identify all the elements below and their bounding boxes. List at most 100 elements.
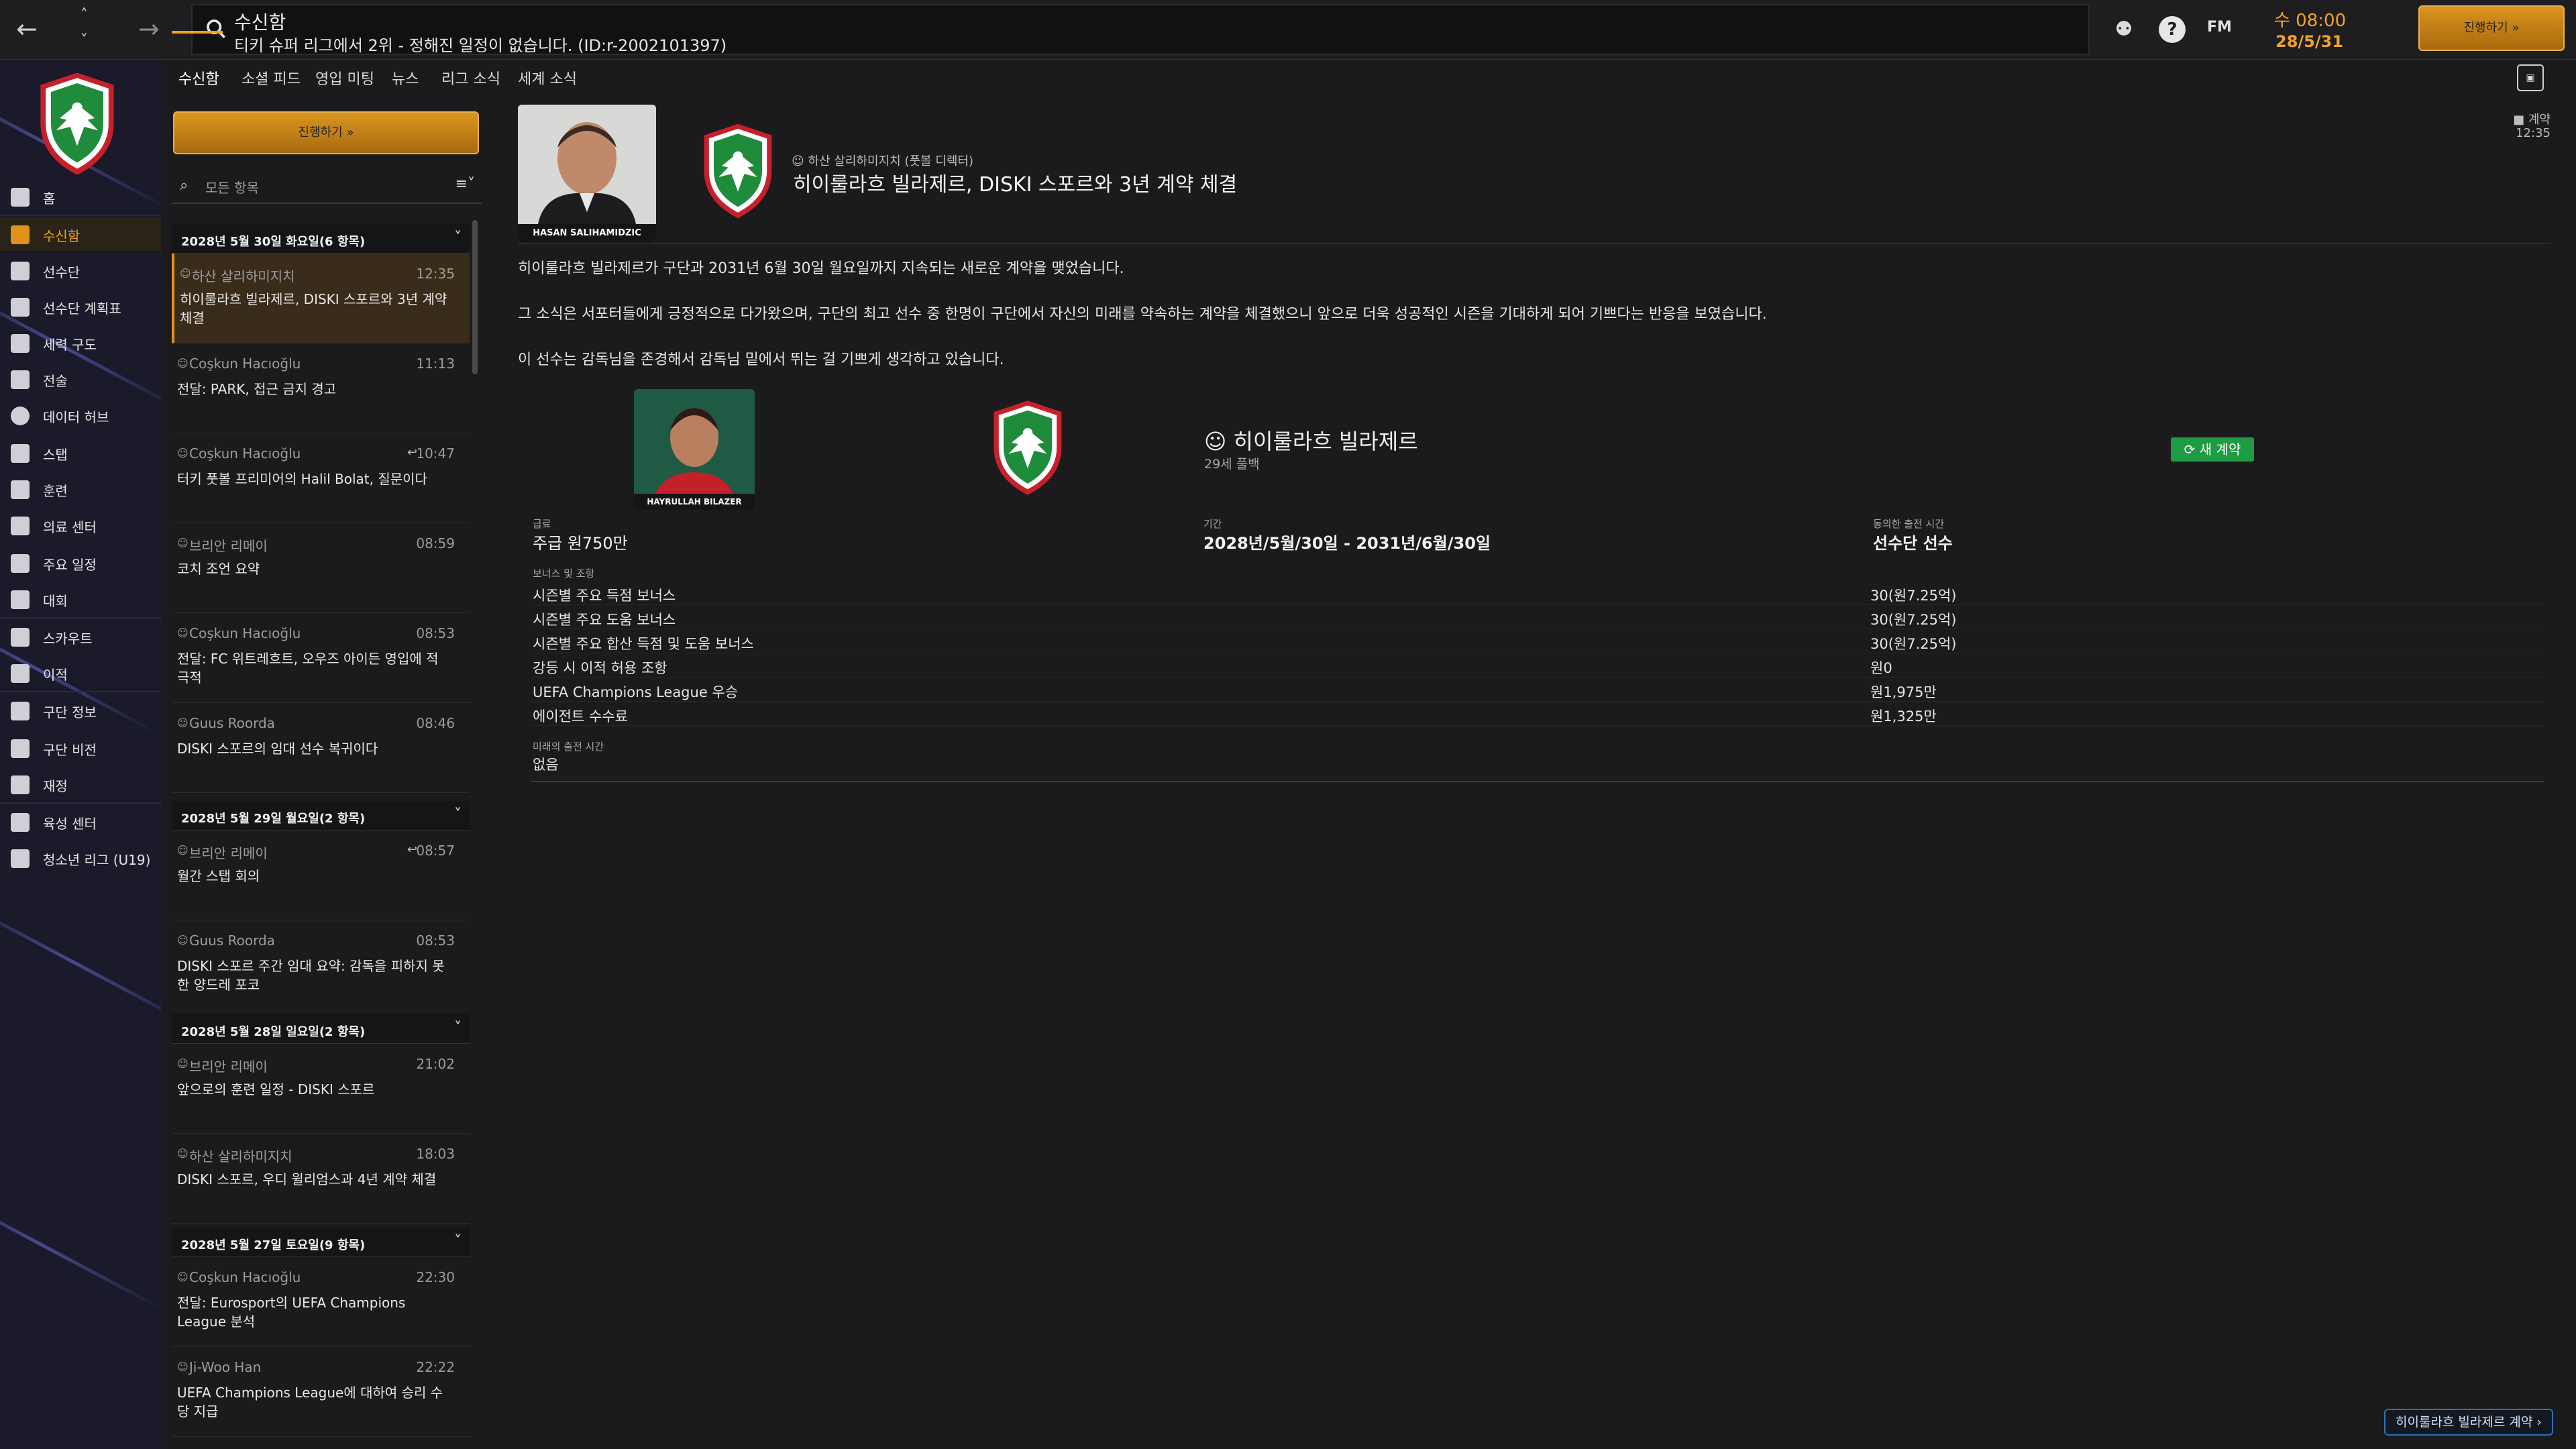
bonus-name: 강등 시 이적 허용 조항: [533, 660, 667, 676]
list-item[interactable]: ☺ 하산 살리하미지치 12:35 히이룰라흐 빌라제르, DISKI 스포르와…: [172, 254, 470, 343]
list-item[interactable]: ☺ Coşkun Hacıoğlu 11:13 전달: PARK, 접근 금지 …: [172, 343, 470, 433]
list-scrollbar[interactable]: [472, 220, 478, 374]
nav-item-training[interactable]: 훈련: [0, 472, 161, 506]
date-group-header[interactable]: 2028년 5월 27일 토요일(9 항목) ˅: [172, 1228, 470, 1257]
divider: [0, 215, 161, 216]
history-up-chevron-icon[interactable]: ˄: [80, 8, 88, 23]
nav-item-label: 스탭: [43, 447, 68, 463]
nav-item-schedule[interactable]: 주요 일정: [0, 546, 161, 580]
nav-item-label: 훈련: [43, 483, 68, 499]
player-photo[interactable]: [634, 389, 755, 510]
person-icon: ☺: [177, 1271, 189, 1283]
divider: [531, 781, 2544, 782]
nav-item-staff[interactable]: 스탭: [0, 436, 161, 470]
list-item[interactable]: ☺ 하산 살리하미지치 18:03 DISKI 스포르, 우디 윌리엄스과 4년…: [172, 1134, 470, 1224]
nav-item-inbox[interactable]: 수신함: [0, 217, 161, 251]
nav-item-label: 재정: [43, 778, 68, 794]
nav-item-transfers[interactable]: 이적: [0, 656, 161, 690]
bonus-value: 원1,975만: [1870, 684, 1937, 700]
nav-item-finances[interactable]: 재정: [0, 767, 161, 801]
message-sender[interactable]: ☺ 하산 살리하미지치 (풋볼 디렉터): [792, 152, 973, 169]
club-crest-logo[interactable]: [698, 121, 778, 221]
club-crest-logo[interactable]: [34, 68, 121, 179]
date-group-header[interactable]: 2028년 5월 28일 일요일(2 항목) ˅: [172, 1014, 470, 1044]
search-icon: ⌕: [180, 177, 189, 194]
list-item[interactable]: ☺ 브리안 리메이 ↩ 08:57 월간 스탭 회의: [172, 830, 470, 920]
nav-item-medical[interactable]: 의료 센터: [0, 508, 161, 542]
nav-item-data-hub[interactable]: 데이터 허브: [0, 398, 161, 432]
player-name[interactable]: ☺ 히이룰라흐 빌라제르: [1204, 425, 1418, 455]
nav-item-label: 청소년 리그 (U19): [43, 852, 151, 868]
history-down-chevron-icon[interactable]: ˅: [80, 34, 88, 48]
list-item[interactable]: ☺ 브리안 리메이 08:59 코치 조언 요약: [172, 523, 470, 613]
nav-item-competitions[interactable]: 대회: [0, 582, 161, 616]
tab-inbox[interactable]: 수신함: [178, 67, 219, 89]
list-item[interactable]: ☺ Guus Roorda 08:53 DISKI 스포르 주간 임대 요약: …: [172, 920, 470, 1010]
bonus-row: 에이전트 수수료 원1,325만: [531, 702, 2544, 726]
current-date[interactable]: 28/5/31: [2275, 32, 2343, 51]
nav-item-squad[interactable]: 선수단: [0, 254, 161, 287]
forward-arrow-icon[interactable]: →: [138, 16, 160, 42]
person-icon: ☺: [177, 716, 189, 729]
nav-item-dynamics[interactable]: 세력 구도: [0, 326, 161, 360]
list-item[interactable]: ☺ Coşkun Hacıoğlu 22:30 전달: Eurosport의 U…: [172, 1257, 470, 1347]
message-sender: 브리안 리메이: [189, 845, 268, 861]
app-window: ← ˄ ˅ → 수신함 티키 슈퍼 리그에서 2위 - 정해진 일정이 없습니다…: [0, 0, 2576, 1449]
list-item[interactable]: ☺ Guus Roorda 08:46 DISKI 스포르의 임대 선수 복귀이…: [172, 703, 470, 793]
date-group-header[interactable]: 2028년 5월 30일 화요일(6 항목) ˅: [172, 224, 470, 254]
date-group-header[interactable]: 2028년 5월 29일 월요일(2 항목) ˅: [172, 801, 470, 830]
nav-item-youth-league[interactable]: 청소년 리그 (U19): [0, 841, 161, 875]
message-filter[interactable]: ⌕ 모든 항목 ≡˅: [172, 168, 482, 204]
nav-item-label: 세력 구도: [43, 337, 97, 353]
continue-button-secondary[interactable]: 진행하기 »: [173, 111, 479, 154]
list-item[interactable]: ☺ Ji-Woo Han 22:22 UEFA Champions League…: [172, 1347, 470, 1437]
message-sender: Guus Roorda: [189, 715, 275, 731]
continue-button[interactable]: 진행하기 »: [2418, 5, 2565, 51]
search-box[interactable]: 수신함 티키 슈퍼 리그에서 2위 - 정해진 일정이 없습니다. (ID:r-…: [191, 4, 2090, 55]
back-arrow-icon[interactable]: ←: [16, 16, 38, 42]
nav-item-club-vision[interactable]: 구단 비전: [0, 731, 161, 765]
filter-menu-icon[interactable]: ≡˅: [455, 176, 475, 193]
message-time: 18:03: [416, 1146, 455, 1162]
divider: [518, 243, 2551, 244]
message-subject: 월간 스탭 회의: [177, 868, 260, 884]
nav-item-home[interactable]: 홈: [0, 180, 161, 213]
tab-news[interactable]: 뉴스: [392, 67, 419, 89]
fm-logo[interactable]: FM: [2207, 19, 2232, 36]
world-icon[interactable]: ⚉: [2110, 16, 2137, 43]
player-name-text: 히이룰라흐 빌라제르: [1233, 429, 1418, 454]
message-sender: Guus Roorda: [189, 932, 275, 949]
player-contract-link[interactable]: 히이룰라흐 빌라제르 계약 ›: [2384, 1409, 2553, 1436]
help-icon[interactable]: ?: [2159, 16, 2186, 43]
nav-item-scouting[interactable]: 스카우트: [0, 620, 161, 653]
nav-item-club-info[interactable]: 구단 정보: [0, 694, 161, 727]
tab-recruitment-meeting[interactable]: 영입 미팅: [315, 67, 374, 89]
planner-icon: [11, 298, 30, 317]
message-subject: 터키 풋볼 프리미어의 Halil Bolat, 질문이다: [177, 471, 427, 487]
message-sender: 브리안 리메이: [189, 1059, 268, 1075]
search-subtitle: 티키 슈퍼 리그에서 2위 - 정해진 일정이 없습니다. (ID:r-2002…: [234, 36, 727, 55]
message-sender: 브리안 리메이: [189, 538, 268, 554]
tab-social-feed[interactable]: 소셜 피드: [241, 67, 301, 89]
sender-photo[interactable]: HASAN SALIHAMIDZIC: [518, 105, 656, 243]
squad-icon: [11, 262, 30, 280]
list-item[interactable]: ☺ 브리안 리메이 21:02 앞으로의 훈련 일정 - DISKI 스포르: [172, 1044, 470, 1134]
nav-item-squad-planner[interactable]: 선수단 계획표: [0, 290, 161, 323]
nav-item-tactics[interactable]: 전술: [0, 362, 161, 396]
nav-item-dev-centre[interactable]: 육성 센터: [0, 805, 161, 839]
screenshot-icon[interactable]: ▣: [2517, 64, 2544, 91]
message-time: 08:59: [416, 535, 455, 551]
medical-icon: [11, 517, 30, 535]
list-item[interactable]: ☺ Coşkun Hacıoğlu 08:53 전달: FC 위트레흐트, 오우…: [172, 613, 470, 703]
list-item[interactable]: ☺ Coşkun Hacıoğlu ↩ 10:47 터키 풋볼 프리미어의 Ha…: [172, 433, 470, 523]
tab-league-news[interactable]: 리그 소식: [441, 67, 500, 89]
current-time[interactable]: 수 08:00: [2274, 7, 2346, 32]
message-time: 08:57: [416, 843, 455, 859]
search-title: 수신함: [234, 11, 286, 34]
bonus-row: 시즌별 주요 도움 보너스 30(원7.25억): [531, 605, 2544, 629]
staff-icon: [11, 444, 30, 463]
future-playing-time-value: 없음: [533, 757, 559, 773]
tab-world-news[interactable]: 세계 소식: [518, 67, 577, 89]
club-crest-logo[interactable]: [987, 396, 1068, 500]
home-icon: [11, 188, 30, 207]
